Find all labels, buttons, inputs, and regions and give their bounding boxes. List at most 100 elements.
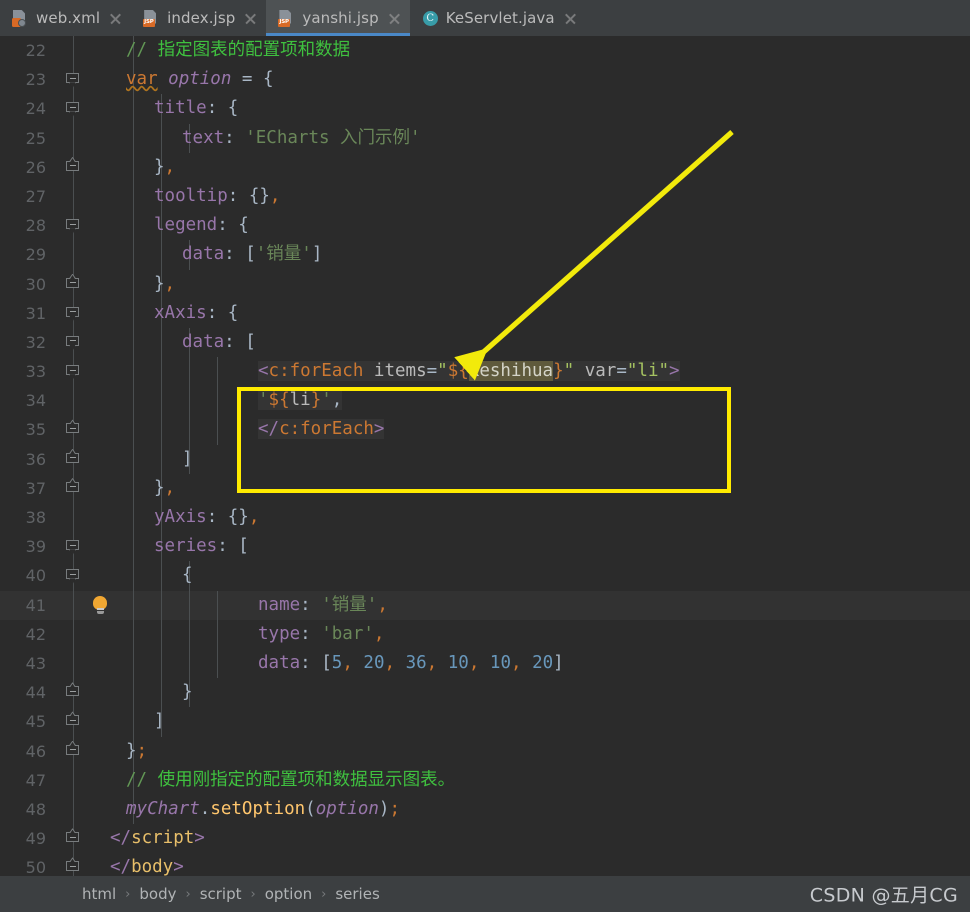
editor-gutter[interactable]: 27 <box>0 182 110 211</box>
code-line[interactable]: 49</script> <box>0 824 970 853</box>
code-line[interactable]: 44} <box>0 678 970 707</box>
jsp-file-icon: JSP <box>278 10 295 27</box>
close-icon[interactable] <box>109 12 122 25</box>
editor-gutter[interactable]: 28 <box>0 211 110 240</box>
editor-gutter[interactable]: 38 <box>0 503 110 532</box>
fold-start-icon[interactable] <box>66 540 81 554</box>
code-line[interactable]: 24 title: { <box>0 94 970 123</box>
code-line[interactable]: 46}; <box>0 737 970 766</box>
editor-gutter[interactable]: 35 <box>0 415 110 444</box>
code-line[interactable]: 29data: ['销量'] <box>0 240 970 269</box>
close-icon[interactable] <box>564 12 577 25</box>
code-line[interactable]: 31xAxis: { <box>0 299 970 328</box>
close-icon[interactable] <box>244 12 257 25</box>
code-line[interactable]: 26}, <box>0 153 970 182</box>
fold-start-icon[interactable] <box>66 73 81 87</box>
fold-end-icon[interactable] <box>66 423 81 437</box>
fold-start-icon[interactable] <box>66 307 81 321</box>
editor-gutter[interactable]: 45 <box>0 707 110 736</box>
editor-gutter[interactable]: 22 <box>0 36 110 65</box>
editor-gutter[interactable]: 40 <box>0 561 110 590</box>
editor-gutter[interactable]: 49 <box>0 824 110 853</box>
indent-guide <box>133 678 134 707</box>
fold-start-icon[interactable] <box>66 569 81 583</box>
fold-end-icon[interactable] <box>66 453 81 467</box>
code-line[interactable]: 50</body> <box>0 853 970 876</box>
breadcrumb-item-script[interactable]: script <box>198 885 244 903</box>
code-editor[interactable]: 22// 指定图表的配置项和数据23var option = {24 title:… <box>0 36 970 876</box>
code-line[interactable]: 43data: [5, 20, 36, 10, 10, 20] <box>0 649 970 678</box>
breadcrumb-item-body[interactable]: body <box>137 885 178 903</box>
code-line[interactable]: 38yAxis: {}, <box>0 503 970 532</box>
code-line[interactable]: 36] <box>0 445 970 474</box>
code-text: title: { <box>154 94 238 123</box>
fold-end-icon[interactable] <box>66 745 81 759</box>
code-line[interactable]: 27tooltip: {}, <box>0 182 970 211</box>
code-line[interactable]: 40 { <box>0 561 970 590</box>
code-line[interactable]: 39series: [ <box>0 532 970 561</box>
code-line[interactable]: 45] <box>0 707 970 736</box>
editor-gutter[interactable]: 37 <box>0 474 110 503</box>
editor-gutter[interactable]: 25 <box>0 124 110 153</box>
close-icon[interactable] <box>388 12 401 25</box>
fold-start-icon[interactable] <box>66 336 81 350</box>
code-text: { <box>182 561 193 590</box>
fold-end-icon[interactable] <box>66 482 81 496</box>
fold-end-icon[interactable] <box>66 278 81 292</box>
code-line[interactable]: 32data: [ <box>0 328 970 357</box>
editor-tab-yanshi-jsp[interactable]: JSPyanshi.jsp <box>266 0 409 36</box>
indent-guide <box>161 386 162 415</box>
editor-gutter[interactable]: 32 <box>0 328 110 357</box>
code-line[interactable]: 30}, <box>0 270 970 299</box>
editor-gutter[interactable]: 34 <box>0 386 110 415</box>
code-line[interactable]: 41name: '销量', <box>0 591 970 620</box>
editor-gutter[interactable]: 31 <box>0 299 110 328</box>
code-line[interactable]: 48myChart.setOption(option); <box>0 795 970 824</box>
code-line[interactable]: 22// 指定图表的配置项和数据 <box>0 36 970 65</box>
editor-gutter[interactable]: 44 <box>0 678 110 707</box>
fold-end-icon[interactable] <box>66 161 81 175</box>
line-number: 42 <box>0 620 46 649</box>
editor-gutter[interactable]: 29 <box>0 240 110 269</box>
editor-gutter[interactable]: 33 <box>0 357 110 386</box>
breadcrumb-item-option[interactable]: option <box>263 885 314 903</box>
editor-tab-index-jsp[interactable]: JSPindex.jsp <box>131 0 266 36</box>
fold-end-icon[interactable] <box>66 686 81 700</box>
editor-gutter[interactable]: 50 <box>0 853 110 876</box>
editor-tab-keservlet-java[interactable]: CKeServlet.java <box>410 0 586 36</box>
code-line[interactable]: 37}, <box>0 474 970 503</box>
editor-gutter[interactable]: 30 <box>0 270 110 299</box>
code-line[interactable]: 34'${li}', <box>0 386 970 415</box>
editor-gutter[interactable]: 41 <box>0 591 110 620</box>
code-line[interactable]: 42 type: 'bar', <box>0 620 970 649</box>
code-line[interactable]: 25text: 'ECharts 入门示例' <box>0 124 970 153</box>
editor-gutter[interactable]: 43 <box>0 649 110 678</box>
editor-gutter[interactable]: 23 <box>0 65 110 94</box>
indent-guide <box>133 445 134 474</box>
code-line[interactable]: 35</c:forEach> <box>0 415 970 444</box>
code-line[interactable]: 28legend: { <box>0 211 970 240</box>
code-text: type: 'bar', <box>258 620 384 649</box>
editor-gutter[interactable]: 46 <box>0 737 110 766</box>
editor-gutter[interactable]: 39 <box>0 532 110 561</box>
editor-tab-web-xml[interactable]: web.xml <box>0 0 131 36</box>
breadcrumb-item-series[interactable]: series <box>333 885 381 903</box>
indent-guide <box>133 240 134 269</box>
editor-gutter[interactable]: 48 <box>0 795 110 824</box>
editor-gutter[interactable]: 42 <box>0 620 110 649</box>
fold-start-icon[interactable] <box>66 365 81 379</box>
fold-end-icon[interactable] <box>66 715 81 729</box>
code-line[interactable]: 47// 使用刚指定的配置项和数据显示图表。 <box>0 766 970 795</box>
editor-gutter[interactable]: 47 <box>0 766 110 795</box>
intention-bulb-icon[interactable] <box>92 596 108 615</box>
fold-end-icon[interactable] <box>66 832 81 846</box>
fold-end-icon[interactable] <box>66 861 81 875</box>
fold-start-icon[interactable] <box>66 219 81 233</box>
breadcrumb-item-html[interactable]: html <box>80 885 118 903</box>
code-line[interactable]: 33<c:forEach items="${keshihua}" var="li… <box>0 357 970 386</box>
editor-gutter[interactable]: 24 <box>0 94 110 123</box>
editor-gutter[interactable]: 26 <box>0 153 110 182</box>
code-line[interactable]: 23var option = { <box>0 65 970 94</box>
fold-start-icon[interactable] <box>66 102 81 116</box>
editor-gutter[interactable]: 36 <box>0 445 110 474</box>
